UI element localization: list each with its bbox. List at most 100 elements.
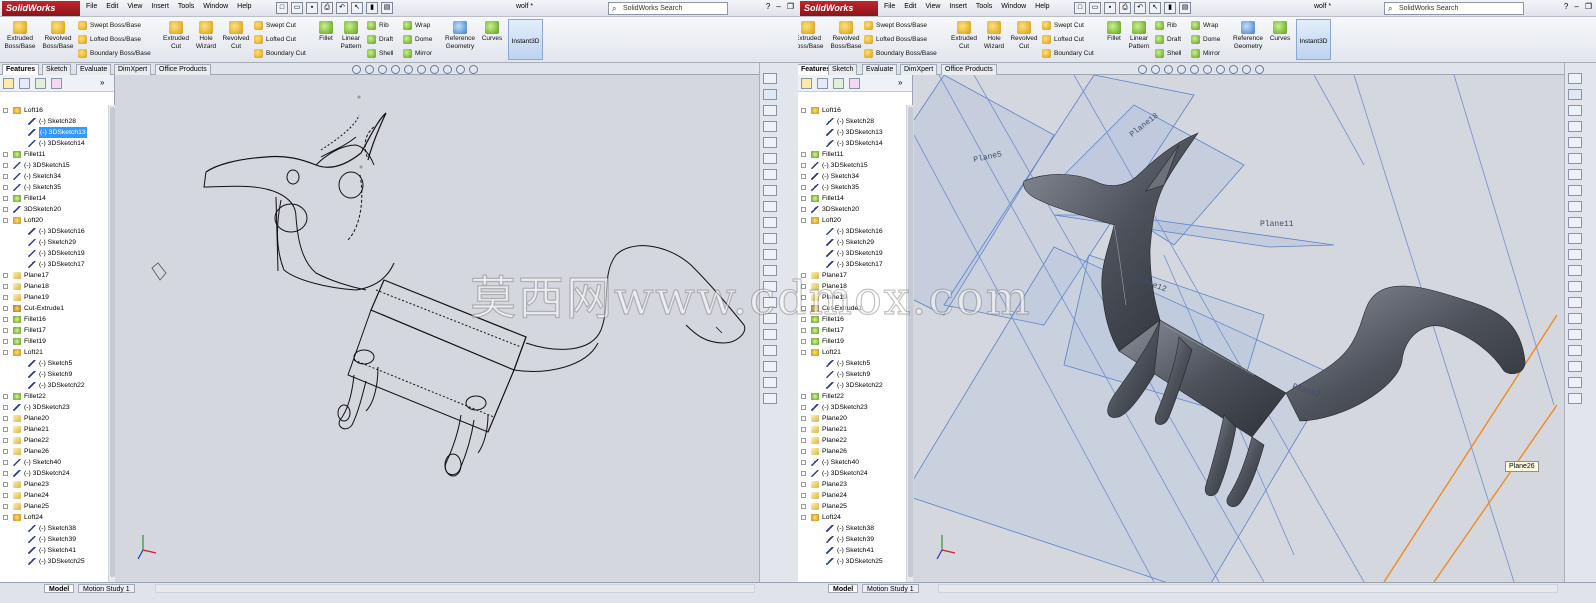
hole-wizard-button[interactable]: Hole Wizard bbox=[980, 21, 1008, 51]
search-input[interactable]: ⌕ SolidWorks Search bbox=[1384, 2, 1524, 15]
expand-toggle-icon[interactable] bbox=[3, 350, 8, 355]
tab-model[interactable]: Model bbox=[828, 584, 859, 593]
tree-item[interactable]: (-) Sketch29 bbox=[798, 237, 906, 248]
relations-icon[interactable] bbox=[1568, 361, 1582, 372]
tree-item[interactable]: (-) 3DSketch14 bbox=[798, 138, 906, 149]
tree-item[interactable]: (-) Sketch9 bbox=[0, 369, 108, 380]
tree-item[interactable]: (-) 3DSketch24 bbox=[0, 468, 108, 479]
tree-item[interactable]: (-) Sketch35 bbox=[798, 182, 906, 193]
tree-item[interactable]: (-) 3DSketch16 bbox=[798, 226, 906, 237]
expand-toggle-icon[interactable] bbox=[801, 218, 806, 223]
mirror-button[interactable]: Mirror bbox=[1191, 48, 1220, 59]
view-orientation-icon[interactable] bbox=[404, 65, 413, 74]
tree-item[interactable]: (-) Sketch39 bbox=[798, 534, 906, 545]
tree-item[interactable]: Plane24 bbox=[0, 490, 108, 501]
tree-item[interactable]: Plane21 bbox=[0, 424, 108, 435]
offset-icon[interactable] bbox=[763, 297, 777, 308]
revolved-boss-button[interactable]: Revolved Boss/Base bbox=[40, 21, 76, 51]
tree-item[interactable]: (-) Sketch41 bbox=[798, 545, 906, 556]
zoom-fit-icon[interactable] bbox=[1138, 65, 1147, 74]
tree-item[interactable]: (-) 3DSketch23 bbox=[0, 402, 108, 413]
expand-toggle-icon[interactable] bbox=[801, 339, 806, 344]
feature-manager-icon[interactable] bbox=[801, 78, 812, 89]
zoom-fit-icon[interactable] bbox=[352, 65, 361, 74]
extruded-cut-button[interactable]: Extruded Cut bbox=[948, 21, 980, 51]
tree-item[interactable]: (-) 3DSketch14 bbox=[0, 138, 108, 149]
tree-item[interactable]: Loft24 bbox=[0, 512, 108, 523]
instant3d-button[interactable]: Instant3D bbox=[1296, 19, 1331, 60]
tree-item[interactable]: 3DSketch20 bbox=[798, 204, 906, 215]
tab-motion-study[interactable]: Motion Study 1 bbox=[862, 584, 919, 593]
tree-item[interactable]: Plane19 bbox=[0, 292, 108, 303]
tree-filter[interactable] bbox=[0, 92, 114, 101]
tree-item[interactable]: (-) 3DSketch19 bbox=[0, 248, 108, 259]
tree-item[interactable]: (-) Sketch39 bbox=[0, 534, 108, 545]
tree-item[interactable]: Fillet17 bbox=[0, 325, 108, 336]
expand-toggle-icon[interactable] bbox=[801, 482, 806, 487]
expand-toggle-icon[interactable] bbox=[801, 174, 806, 179]
expand-toggle-icon[interactable] bbox=[3, 174, 8, 179]
reference-geometry-button[interactable]: Reference Geometry bbox=[1230, 21, 1266, 51]
new-icon[interactable]: □ bbox=[1074, 2, 1086, 14]
tree-item[interactable]: Plane21 bbox=[798, 424, 906, 435]
undo-icon[interactable]: ↶ bbox=[336, 2, 348, 14]
mirror-entities-icon[interactable] bbox=[1568, 313, 1582, 324]
select-icon[interactable]: ↖ bbox=[351, 2, 363, 14]
tree-item[interactable]: (-) 3DSketch17 bbox=[798, 259, 906, 270]
centerline-icon[interactable] bbox=[1568, 233, 1582, 244]
spline-icon[interactable] bbox=[1568, 185, 1582, 196]
point-icon[interactable] bbox=[763, 217, 777, 228]
expand-toggle-icon[interactable] bbox=[3, 427, 8, 432]
tree-item[interactable]: (-) Sketch34 bbox=[0, 171, 108, 182]
appearance-icon[interactable] bbox=[443, 65, 452, 74]
view-settings-icon[interactable] bbox=[469, 65, 478, 74]
expand-icon[interactable]: » bbox=[898, 78, 909, 89]
hide-show-icon[interactable] bbox=[430, 65, 439, 74]
expand-toggle-icon[interactable] bbox=[801, 504, 806, 509]
boundary-cut-button[interactable]: Boundary Cut bbox=[1042, 48, 1094, 59]
tree-item[interactable]: (-) Sketch40 bbox=[0, 457, 108, 468]
minimize-icon[interactable]: – bbox=[776, 2, 780, 11]
fillet-button[interactable]: Fillet bbox=[316, 21, 336, 43]
revolved-cut-button[interactable]: Revolved Cut bbox=[1008, 21, 1040, 51]
menu-edit[interactable]: Edit bbox=[106, 3, 118, 10]
tree-item[interactable]: (-) 3DSketch16 bbox=[0, 226, 108, 237]
save-icon[interactable]: ▪ bbox=[306, 2, 318, 14]
expand-toggle-icon[interactable] bbox=[3, 196, 8, 201]
hide-show-icon[interactable] bbox=[1216, 65, 1225, 74]
expand-toggle-icon[interactable] bbox=[801, 163, 806, 168]
display-style-icon[interactable] bbox=[417, 65, 426, 74]
spline-icon[interactable] bbox=[763, 185, 777, 196]
reference-geometry-button[interactable]: Reference Geometry bbox=[442, 21, 478, 51]
text-icon[interactable] bbox=[763, 249, 777, 260]
tree-item[interactable]: Fillet14 bbox=[0, 193, 108, 204]
expand-toggle-icon[interactable] bbox=[801, 152, 806, 157]
expand-toggle-icon[interactable] bbox=[801, 273, 806, 278]
lofted-cut-button[interactable]: Lofted Cut bbox=[254, 34, 296, 45]
tree-item[interactable]: Plane23 bbox=[0, 479, 108, 490]
tree-item[interactable]: Fillet22 bbox=[798, 391, 906, 402]
circle-icon[interactable] bbox=[763, 153, 777, 164]
expand-toggle-icon[interactable] bbox=[3, 218, 8, 223]
undo-icon[interactable]: ↶ bbox=[1134, 2, 1146, 14]
tree-item[interactable]: (-) Sketch41 bbox=[0, 545, 108, 556]
tree-item[interactable]: (-) Sketch29 bbox=[0, 237, 108, 248]
circle-icon[interactable] bbox=[1568, 153, 1582, 164]
menu-insert[interactable]: Insert bbox=[949, 3, 967, 10]
tree-item[interactable]: Loft20 bbox=[798, 215, 906, 226]
tree-item[interactable]: Fillet16 bbox=[0, 314, 108, 325]
expand-toggle-icon[interactable] bbox=[3, 438, 8, 443]
dome-button[interactable]: Dome bbox=[1191, 34, 1220, 45]
swept-cut-button[interactable]: Swept Cut bbox=[254, 20, 296, 31]
linear-pattern-button[interactable]: Linear Pattern bbox=[337, 21, 365, 51]
tree-item[interactable]: (-) 3DSketch22 bbox=[0, 380, 108, 391]
menu-insert[interactable]: Insert bbox=[151, 3, 169, 10]
expand-toggle-icon[interactable] bbox=[3, 416, 8, 421]
tab-sketch[interactable]: Sketch bbox=[42, 64, 72, 75]
slot-icon[interactable] bbox=[763, 137, 777, 148]
menu-tools[interactable]: Tools bbox=[976, 3, 992, 10]
tree-item[interactable]: Loft16 bbox=[798, 105, 906, 116]
tree-item[interactable]: 3DSketch20 bbox=[0, 204, 108, 215]
expand-toggle-icon[interactable] bbox=[3, 317, 8, 322]
tree-item[interactable]: Plane22 bbox=[0, 435, 108, 446]
